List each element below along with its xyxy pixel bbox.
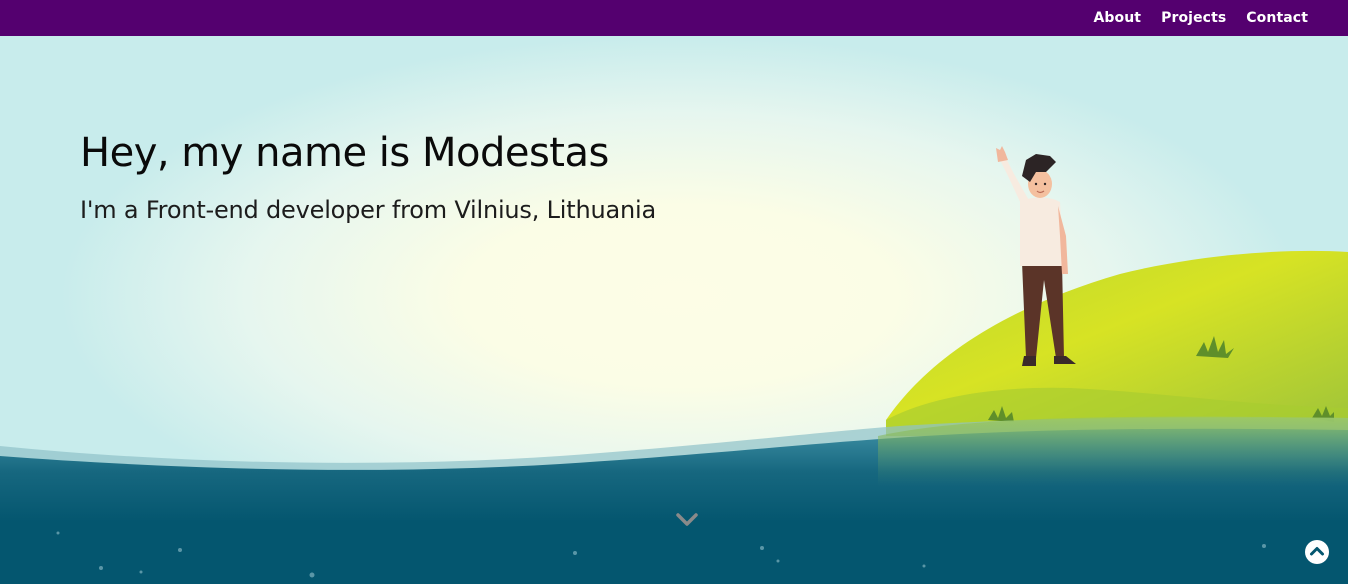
water (0, 416, 1348, 584)
nav-link-projects[interactable]: Projects (1161, 10, 1226, 26)
hero-subtitle: I'm a Front-end developer from Vilnius, … (80, 196, 656, 224)
navbar: About Projects Contact (0, 0, 1348, 36)
nav-link-about[interactable]: About (1093, 10, 1141, 26)
green-hill (886, 250, 1348, 436)
hero-section: Hey, my name is Modestas I'm a Front-end… (0, 36, 1348, 584)
nav-links: About Projects Contact (1093, 0, 1308, 36)
hero-title: Hey, my name is Modestas (80, 130, 609, 176)
scroll-down-button[interactable] (676, 512, 698, 528)
arrow-up-circle-icon (1305, 540, 1329, 564)
chevron-down-icon (676, 513, 698, 526)
hero-illustration (0, 146, 1348, 584)
back-to-top-button[interactable] (1305, 540, 1329, 564)
nav-link-contact[interactable]: Contact (1246, 10, 1308, 26)
